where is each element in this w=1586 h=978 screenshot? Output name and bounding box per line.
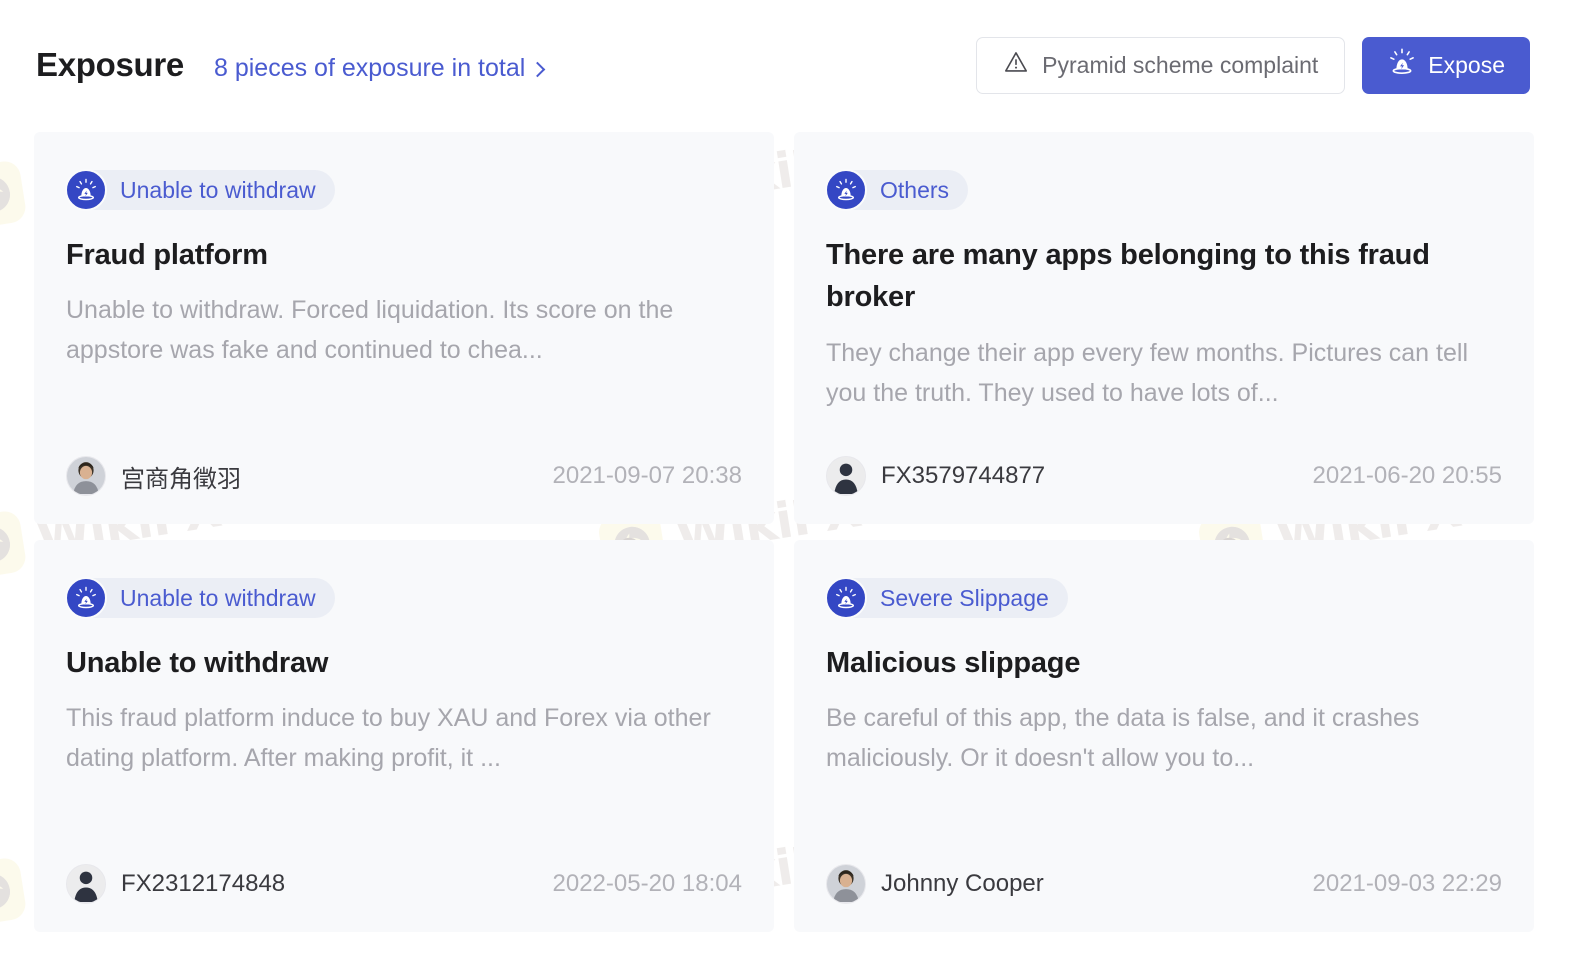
exposure-title: Malicious slippage <box>826 647 1081 679</box>
exposure-author-name: Johnny Cooper <box>881 870 1044 897</box>
header-actions: Pyramid scheme complaint Expose <box>976 36 1530 94</box>
exposure-card-footer: 宫商角徵羽 2021-09-07 20:38 <box>66 456 742 496</box>
avatar <box>66 864 106 904</box>
exposure-category-badge: Unable to withdraw <box>65 169 335 211</box>
exposure-description: Be careful of this app, the data is fals… <box>826 704 1420 773</box>
exposure-category-badge: Severe Slippage <box>825 577 1068 619</box>
exposure-category-label: Unable to withdraw <box>120 176 316 203</box>
avatar <box>826 456 866 496</box>
exposure-total-link[interactable]: 8 pieces of exposure in total <box>214 54 546 83</box>
exposure-title: Unable to withdraw <box>66 647 329 679</box>
header-left-group: Exposure 8 pieces of exposure in total <box>36 46 976 84</box>
exposure-card-2[interactable]: Others There are many apps belonging to … <box>794 132 1534 524</box>
exposure-description: They change their app every few months. … <box>826 338 1468 407</box>
exposure-title: There are many apps belonging to this fr… <box>826 239 1430 314</box>
exposure-author[interactable]: 宫商角徵羽 <box>66 456 241 496</box>
exposure-page: Exposure 8 pieces of exposure in total P… <box>0 0 1586 978</box>
exposure-card-1[interactable]: Unable to withdraw Fraud platform Unable… <box>34 132 774 524</box>
exposure-author[interactable]: FX2312174848 <box>66 864 285 904</box>
wikifx-eagle-logo-icon <box>0 159 28 231</box>
avatar <box>66 456 106 496</box>
page-title: Exposure <box>36 46 184 83</box>
siren-icon <box>65 577 107 619</box>
exposure-category-label: Others <box>880 176 950 203</box>
exposure-title: Fraud platform <box>66 239 268 271</box>
warning-triangle-icon <box>1003 49 1029 81</box>
chevron-right-icon <box>530 61 546 78</box>
exposure-card-grid: Unable to withdraw Fraud platform Unable… <box>34 132 1534 932</box>
exposure-card-4[interactable]: Severe Slippage Malicious slippage Be ca… <box>794 540 1534 932</box>
wikifx-eagle-logo-icon <box>0 509 28 581</box>
exposure-card-footer: Johnny Cooper 2021-09-03 22:29 <box>826 864 1502 904</box>
page-header: Exposure 8 pieces of exposure in total P… <box>0 0 1586 130</box>
exposure-author-name: 宫商角徵羽 <box>121 465 241 493</box>
exposure-author-name: FX2312174848 <box>121 870 286 897</box>
exposure-category-badge: Unable to withdraw <box>65 577 335 619</box>
exposure-description: Unable to withdraw. Forced liquidation. … <box>66 296 674 365</box>
exposure-category-label: Severe Slippage <box>880 584 1049 611</box>
exposure-category-label: Unable to withdraw <box>120 584 316 611</box>
exposure-timestamp: 2021-09-03 22:29 <box>1312 870 1503 897</box>
exposure-author[interactable]: Johnny Cooper <box>826 864 1044 904</box>
exposure-description: This fraud platform induce to buy XAU an… <box>66 704 711 773</box>
exposure-timestamp: 2021-06-20 20:55 <box>1312 462 1503 489</box>
siren-icon <box>65 169 107 211</box>
expose-button[interactable]: Expose <box>1362 36 1530 94</box>
exposure-total-label: 8 pieces of exposure in total <box>214 54 526 82</box>
siren-icon <box>1387 47 1417 83</box>
exposure-card-3[interactable]: Unable to withdraw Unable to withdraw Th… <box>34 540 774 932</box>
siren-icon <box>825 577 867 619</box>
exposure-card-footer: FX3579744877 2021-06-20 20:55 <box>826 456 1502 496</box>
exposure-author[interactable]: FX3579744877 <box>826 456 1045 496</box>
wikifx-eagle-logo-icon <box>0 856 28 928</box>
exposure-timestamp: 2022-05-20 18:04 <box>552 870 743 897</box>
avatar <box>826 864 866 904</box>
pyramid-scheme-complaint-button[interactable]: Pyramid scheme complaint <box>976 36 1346 94</box>
exposure-author-name: FX3579744877 <box>881 462 1046 489</box>
exposure-category-badge: Others <box>825 169 969 211</box>
pyramid-scheme-complaint-label: Pyramid scheme complaint <box>1042 51 1319 78</box>
exposure-timestamp: 2021-09-07 20:38 <box>552 462 743 489</box>
exposure-card-footer: FX2312174848 2022-05-20 18:04 <box>66 864 742 904</box>
expose-button-label: Expose <box>1428 51 1505 78</box>
siren-icon <box>825 169 867 211</box>
